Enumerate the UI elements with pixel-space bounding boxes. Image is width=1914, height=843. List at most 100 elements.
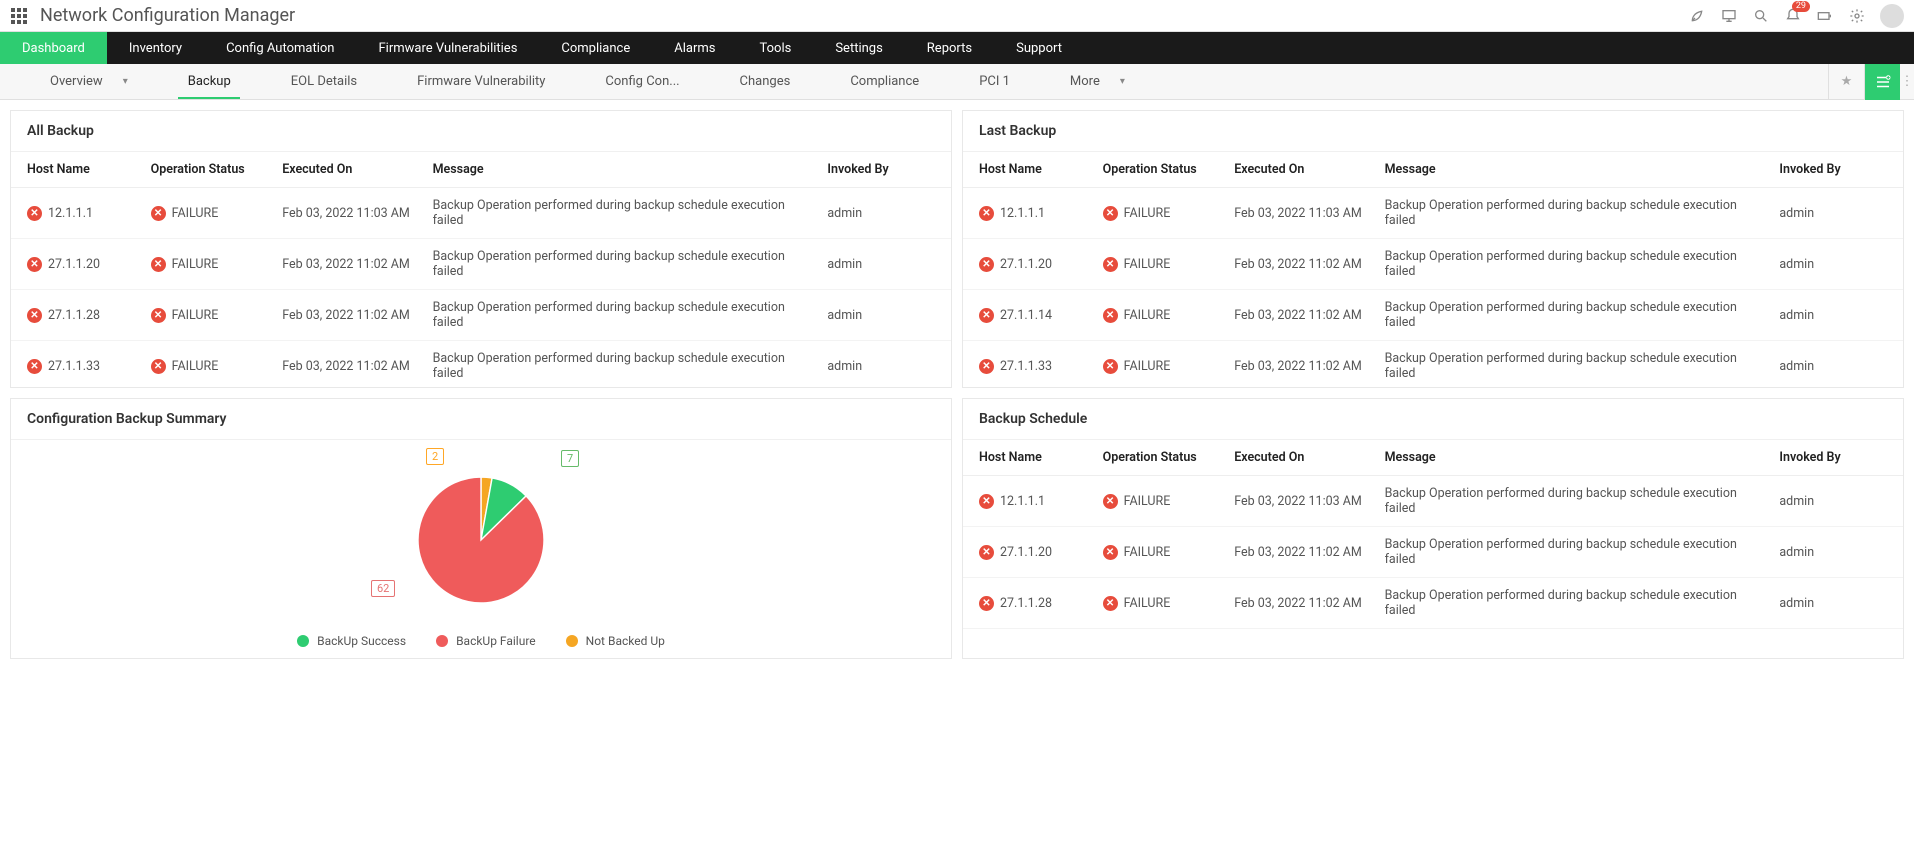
status-text: FAILURE [172, 206, 219, 221]
status-text: FAILURE [1124, 206, 1171, 221]
col-invoked[interactable]: Invoked By [1771, 440, 1903, 476]
col-status[interactable]: Operation Status [1095, 152, 1227, 188]
table-row[interactable]: ✕27.1.1.33✕FAILUREFeb 03, 2022 11:02 AMB… [963, 341, 1903, 388]
col-host[interactable]: Host Name [11, 152, 143, 188]
invoked-by: admin [1771, 188, 1903, 239]
error-icon: ✕ [1103, 257, 1118, 272]
avatar[interactable] [1880, 4, 1904, 28]
status-text: FAILURE [1124, 308, 1171, 323]
invoked-by: admin [819, 188, 951, 239]
executed-on: Feb 03, 2022 11:02 AM [274, 290, 424, 341]
error-icon: ✕ [1103, 308, 1118, 323]
subnav-more[interactable]: More▾ [1040, 64, 1155, 99]
host-name: 27.1.1.20 [1000, 545, 1052, 560]
backup-schedule-table: Host Name Operation Status Executed On M… [963, 440, 1903, 640]
col-invoked[interactable]: Invoked By [819, 152, 951, 188]
monitor-icon[interactable] [1720, 7, 1738, 25]
table-row[interactable]: ✕12.1.1.1✕FAILUREFeb 03, 2022 11:03 AMBa… [963, 188, 1903, 239]
app-title: Network Configuration Manager [40, 5, 295, 26]
invoked-by: admin [1771, 239, 1903, 290]
col-invoked[interactable]: Invoked By [1771, 152, 1903, 188]
subnav-eol-details[interactable]: EOL Details [261, 64, 387, 99]
pie-legend: BackUp Success BackUp Failure Not Backed U… [297, 634, 665, 648]
error-icon: ✕ [151, 206, 166, 221]
main-nav-settings[interactable]: Settings [813, 32, 904, 64]
error-icon: ✕ [151, 257, 166, 272]
status-text: FAILURE [1124, 545, 1171, 560]
legend-item[interactable]: BackUp Failure [436, 634, 536, 648]
main-nav-firmware-vulnerabilities[interactable]: Firmware Vulnerabilities [356, 32, 539, 64]
error-icon: ✕ [979, 257, 994, 272]
col-message[interactable]: Message [425, 152, 820, 188]
table-row[interactable]: ✕27.1.1.20✕FAILUREFeb 03, 2022 11:02 AMB… [963, 527, 1903, 578]
panel-last-backup: Last Backup Host Name Operation Status E… [962, 110, 1904, 388]
status-text: FAILURE [1124, 494, 1171, 509]
error-icon: ✕ [1103, 359, 1118, 374]
subnav-backup[interactable]: Backup [158, 64, 261, 99]
col-executed[interactable]: Executed On [274, 152, 424, 188]
battery-icon[interactable] [1816, 7, 1834, 25]
status-text: FAILURE [1124, 596, 1171, 611]
main-nav-support[interactable]: Support [994, 32, 1084, 64]
table-row[interactable]: ✕27.1.1.33✕FAILUREFeb 03, 2022 11:02 AMB… [11, 341, 951, 388]
invoked-by: admin [1771, 476, 1903, 527]
main-nav: DashboardInventoryConfig AutomationFirmw… [0, 32, 1914, 64]
col-status[interactable]: Operation Status [1095, 440, 1227, 476]
panel-backup-summary: Configuration Backup Summary 62 7 2 Back… [10, 398, 952, 659]
table-row[interactable]: ✕27.1.1.14✕FAILUREFeb 03, 2022 11:02 AMB… [963, 290, 1903, 341]
col-executed[interactable]: Executed On [1226, 152, 1376, 188]
main-nav-config-automation[interactable]: Config Automation [204, 32, 356, 64]
add-widget-button[interactable] [1864, 64, 1900, 100]
main-nav-reports[interactable]: Reports [905, 32, 994, 64]
host-name: 27.1.1.20 [1000, 257, 1052, 272]
subnav-firmware-vulnerability[interactable]: Firmware Vulnerability [387, 64, 575, 99]
main-nav-inventory[interactable]: Inventory [107, 32, 204, 64]
col-message[interactable]: Message [1377, 440, 1772, 476]
col-status[interactable]: Operation Status [143, 152, 275, 188]
error-icon: ✕ [1103, 545, 1118, 560]
subnav-config-con-[interactable]: Config Con... [575, 64, 709, 99]
topbar-actions: 29 [1688, 4, 1904, 28]
error-icon: ✕ [979, 359, 994, 374]
table-row[interactable]: ✕27.1.1.20✕FAILUREFeb 03, 2022 11:02 AMB… [963, 239, 1903, 290]
table-row[interactable]: ✕27.1.1.28✕FAILUREFeb 03, 2022 11:02 AMB… [963, 578, 1903, 629]
star-icon[interactable]: ★ [1828, 64, 1864, 100]
executed-on: Feb 03, 2022 11:02 AM [1226, 341, 1376, 388]
gear-icon[interactable] [1848, 7, 1866, 25]
col-executed[interactable]: Executed On [1226, 440, 1376, 476]
message: Backup Operation performed during backup… [1377, 239, 1772, 290]
search-icon[interactable] [1752, 7, 1770, 25]
col-host[interactable]: Host Name [963, 440, 1095, 476]
col-message[interactable]: Message [1377, 152, 1772, 188]
apps-grid-icon[interactable] [10, 7, 28, 25]
error-icon: ✕ [27, 257, 42, 272]
table-row[interactable]: ✕27.1.1.33✕FAILUREFeb 03, 2022 11:02 AMB… [963, 629, 1903, 641]
executed-on: Feb 03, 2022 11:02 AM [1226, 290, 1376, 341]
table-row[interactable]: ✕12.1.1.1✕FAILUREFeb 03, 2022 11:03 AMBa… [963, 476, 1903, 527]
invoked-by: admin [819, 341, 951, 388]
subnav-overview[interactable]: Overview▾ [20, 64, 158, 99]
main-nav-tools[interactable]: Tools [738, 32, 814, 64]
table-row[interactable]: ✕27.1.1.20✕FAILUREFeb 03, 2022 11:02 AMB… [11, 239, 951, 290]
message: Backup Operation performed during backup… [1377, 341, 1772, 388]
error-icon: ✕ [27, 359, 42, 374]
subnav-changes[interactable]: Changes [710, 64, 821, 99]
bell-icon[interactable]: 29 [1784, 7, 1802, 25]
subnav-compliance[interactable]: Compliance [820, 64, 949, 99]
kebab-icon[interactable]: ⋮ [1900, 64, 1914, 100]
table-row[interactable]: ✕12.1.1.1✕FAILUREFeb 03, 2022 11:03 AMBa… [11, 188, 951, 239]
col-host[interactable]: Host Name [963, 152, 1095, 188]
message: Backup Operation performed during backup… [1377, 578, 1772, 629]
legend-item[interactable]: Not Backed Up [566, 634, 665, 648]
error-icon: ✕ [979, 206, 994, 221]
subnav-pci-1[interactable]: PCI 1 [949, 64, 1040, 99]
main-nav-dashboard[interactable]: Dashboard [0, 32, 107, 64]
table-row[interactable]: ✕27.1.1.28✕FAILUREFeb 03, 2022 11:02 AMB… [11, 290, 951, 341]
pie-label-failure: 62 [371, 580, 395, 597]
message: Backup Operation performed during backup… [1377, 290, 1772, 341]
main-nav-alarms[interactable]: Alarms [652, 32, 737, 64]
main-nav-compliance[interactable]: Compliance [539, 32, 652, 64]
error-icon: ✕ [979, 494, 994, 509]
legend-item[interactable]: BackUp Success [297, 634, 406, 648]
rocket-icon[interactable] [1688, 7, 1706, 25]
